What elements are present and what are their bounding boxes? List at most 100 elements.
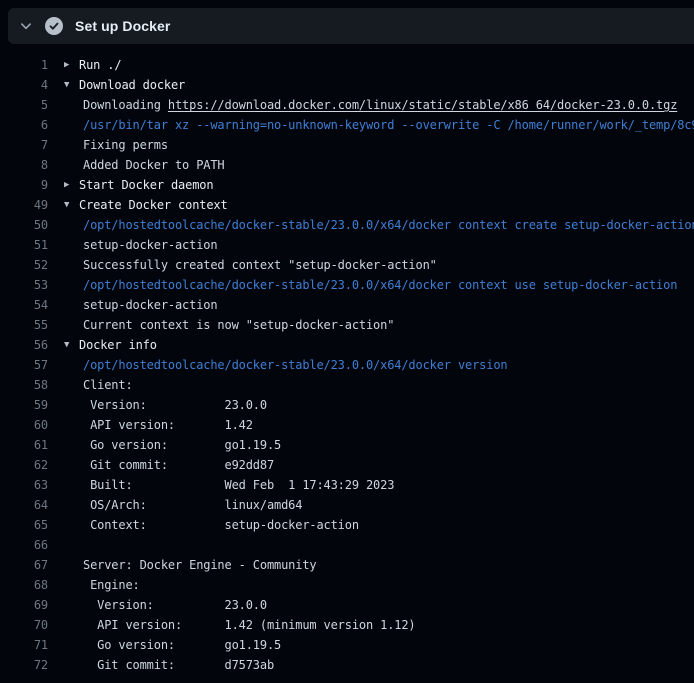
output-text: OS/Arch: linux/amd64	[48, 495, 694, 515]
output-text: Version: 23.0.0	[48, 395, 694, 415]
log-line[interactable]: 56▼Docker info	[0, 335, 694, 355]
log-line: 63 Built: Wed Feb 1 17:43:29 2023	[0, 475, 694, 495]
line-number[interactable]: 52	[0, 255, 48, 275]
group-chevron-collapsed-icon[interactable]: ▶	[64, 55, 69, 75]
log-line: 58Client:	[0, 375, 694, 395]
line-number[interactable]: 51	[0, 235, 48, 255]
log-line: 70 API version: 1.42 (minimum version 1.…	[0, 615, 694, 635]
line-number[interactable]: 66	[0, 535, 48, 555]
line-number[interactable]: 55	[0, 315, 48, 335]
line-number[interactable]: 50	[0, 215, 48, 235]
output-text: Built: Wed Feb 1 17:43:29 2023	[48, 475, 694, 495]
command-text: /usr/bin/tar xz --warning=no-unknown-key…	[48, 115, 694, 135]
log-line: 52Successfully created context "setup-do…	[0, 255, 694, 275]
log-viewer: 1▶Run ./4▼Download docker5Downloading ht…	[0, 55, 694, 675]
command-text: /opt/hostedtoolcache/docker-stable/23.0.…	[48, 275, 694, 295]
log-line: 55Current context is now "setup-docker-a…	[0, 315, 694, 335]
line-number[interactable]: 8	[0, 155, 48, 175]
log-line: 69 Version: 23.0.0	[0, 595, 694, 615]
log-line: 68 Engine:	[0, 575, 694, 595]
log-line: 50/opt/hostedtoolcache/docker-stable/23.…	[0, 215, 694, 235]
command-text: /opt/hostedtoolcache/docker-stable/23.0.…	[48, 215, 694, 235]
line-number[interactable]: 63	[0, 475, 48, 495]
group-title: ▼Download docker	[48, 75, 694, 95]
output-text: Git commit: d7573ab	[48, 655, 694, 675]
line-number[interactable]: 4	[0, 75, 48, 95]
output-text: Added Docker to PATH	[48, 155, 694, 175]
step-title: Set up Docker	[75, 18, 170, 34]
log-line: 64 OS/Arch: linux/amd64	[0, 495, 694, 515]
output-text: setup-docker-action	[48, 235, 694, 255]
log-line: 51setup-docker-action	[0, 235, 694, 255]
log-line: 7Fixing perms	[0, 135, 694, 155]
output-text: Engine:	[48, 575, 694, 595]
log-line[interactable]: 4▼Download docker	[0, 75, 694, 95]
log-line: 60 API version: 1.42	[0, 415, 694, 435]
output-text: setup-docker-action	[48, 295, 694, 315]
line-number[interactable]: 69	[0, 595, 48, 615]
log-line: 65 Context: setup-docker-action	[0, 515, 694, 535]
line-number[interactable]: 70	[0, 615, 48, 635]
log-line: 71 Go version: go1.19.5	[0, 635, 694, 655]
output-text: Server: Docker Engine - Community	[48, 555, 694, 575]
log-line: 54setup-docker-action	[0, 295, 694, 315]
step-header[interactable]: Set up Docker	[8, 8, 694, 44]
output-text: Successfully created context "setup-dock…	[48, 255, 694, 275]
line-number[interactable]: 9	[0, 175, 48, 195]
log-line[interactable]: 9 ▶ Start Docker daemon	[0, 175, 694, 195]
log-line: 59 Version: 23.0.0	[0, 395, 694, 415]
log-line[interactable]: 49 ▼ Create Docker context	[0, 195, 694, 215]
log-line: 61 Go version: go1.19.5	[0, 435, 694, 455]
log-line: 5Downloading https://download.docker.com…	[0, 95, 694, 115]
line-number[interactable]: 67	[0, 555, 48, 575]
log-line: 66	[0, 535, 694, 555]
output-text-prefix: Downloading	[83, 98, 168, 112]
line-number[interactable]: 72	[0, 655, 48, 675]
line-number[interactable]: 5	[0, 95, 48, 115]
group-title-text: Create Docker context	[79, 198, 228, 212]
output-text: Go version: go1.19.5	[48, 435, 694, 455]
line-number[interactable]: 64	[0, 495, 48, 515]
line-number[interactable]: 53	[0, 275, 48, 295]
line-number[interactable]: 54	[0, 295, 48, 315]
line-number[interactable]: 58	[0, 375, 48, 395]
line-number[interactable]: 49	[0, 195, 48, 215]
log-line: 72 Git commit: d7573ab	[0, 655, 694, 675]
log-line: 53/opt/hostedtoolcache/docker-stable/23.…	[0, 275, 694, 295]
command-text: /opt/hostedtoolcache/docker-stable/23.0.…	[48, 355, 694, 375]
output-text: Downloading https://download.docker.com/…	[48, 95, 694, 115]
output-text: Fixing perms	[48, 135, 694, 155]
line-number[interactable]: 71	[0, 635, 48, 655]
group-chevron-collapsed-icon[interactable]: ▶	[64, 175, 69, 195]
output-text: Go version: go1.19.5	[48, 635, 694, 655]
log-line[interactable]: 1 ▶ Run ./	[0, 55, 694, 75]
output-text: Version: 23.0.0	[48, 595, 694, 615]
log-line: 57/opt/hostedtoolcache/docker-stable/23.…	[0, 355, 694, 375]
line-number[interactable]: 6	[0, 115, 48, 135]
line-number[interactable]: 7	[0, 135, 48, 155]
output-text: Client:	[48, 375, 694, 395]
log-line: 6/usr/bin/tar xz --warning=no-unknown-ke…	[0, 115, 694, 135]
group-chevron-expanded-icon[interactable]: ▼	[64, 75, 69, 95]
group-chevron-expanded-icon[interactable]: ▼	[64, 335, 69, 355]
output-text: API version: 1.42	[48, 415, 694, 435]
line-number[interactable]: 56	[0, 335, 48, 355]
group-chevron-expanded-icon[interactable]: ▼	[64, 195, 69, 215]
line-number[interactable]: 65	[0, 515, 48, 535]
group-title: ▶ Run ./	[48, 55, 694, 75]
line-number[interactable]: 61	[0, 435, 48, 455]
log-line: 62 Git commit: e92dd87	[0, 455, 694, 475]
line-number[interactable]: 68	[0, 575, 48, 595]
line-number[interactable]: 1	[0, 55, 48, 75]
group-title: ▼ Create Docker context	[48, 195, 694, 215]
line-number[interactable]: 59	[0, 395, 48, 415]
chevron-down-icon[interactable]	[19, 19, 33, 33]
group-title-text: Run ./	[79, 58, 121, 72]
line-number[interactable]: 62	[0, 455, 48, 475]
output-text	[48, 535, 694, 555]
line-number[interactable]: 60	[0, 415, 48, 435]
line-number[interactable]: 57	[0, 355, 48, 375]
group-title-text: Start Docker daemon	[79, 178, 213, 192]
download-url-link[interactable]: https://download.docker.com/linux/static…	[168, 98, 677, 112]
group-title: ▶ Start Docker daemon	[48, 175, 694, 195]
